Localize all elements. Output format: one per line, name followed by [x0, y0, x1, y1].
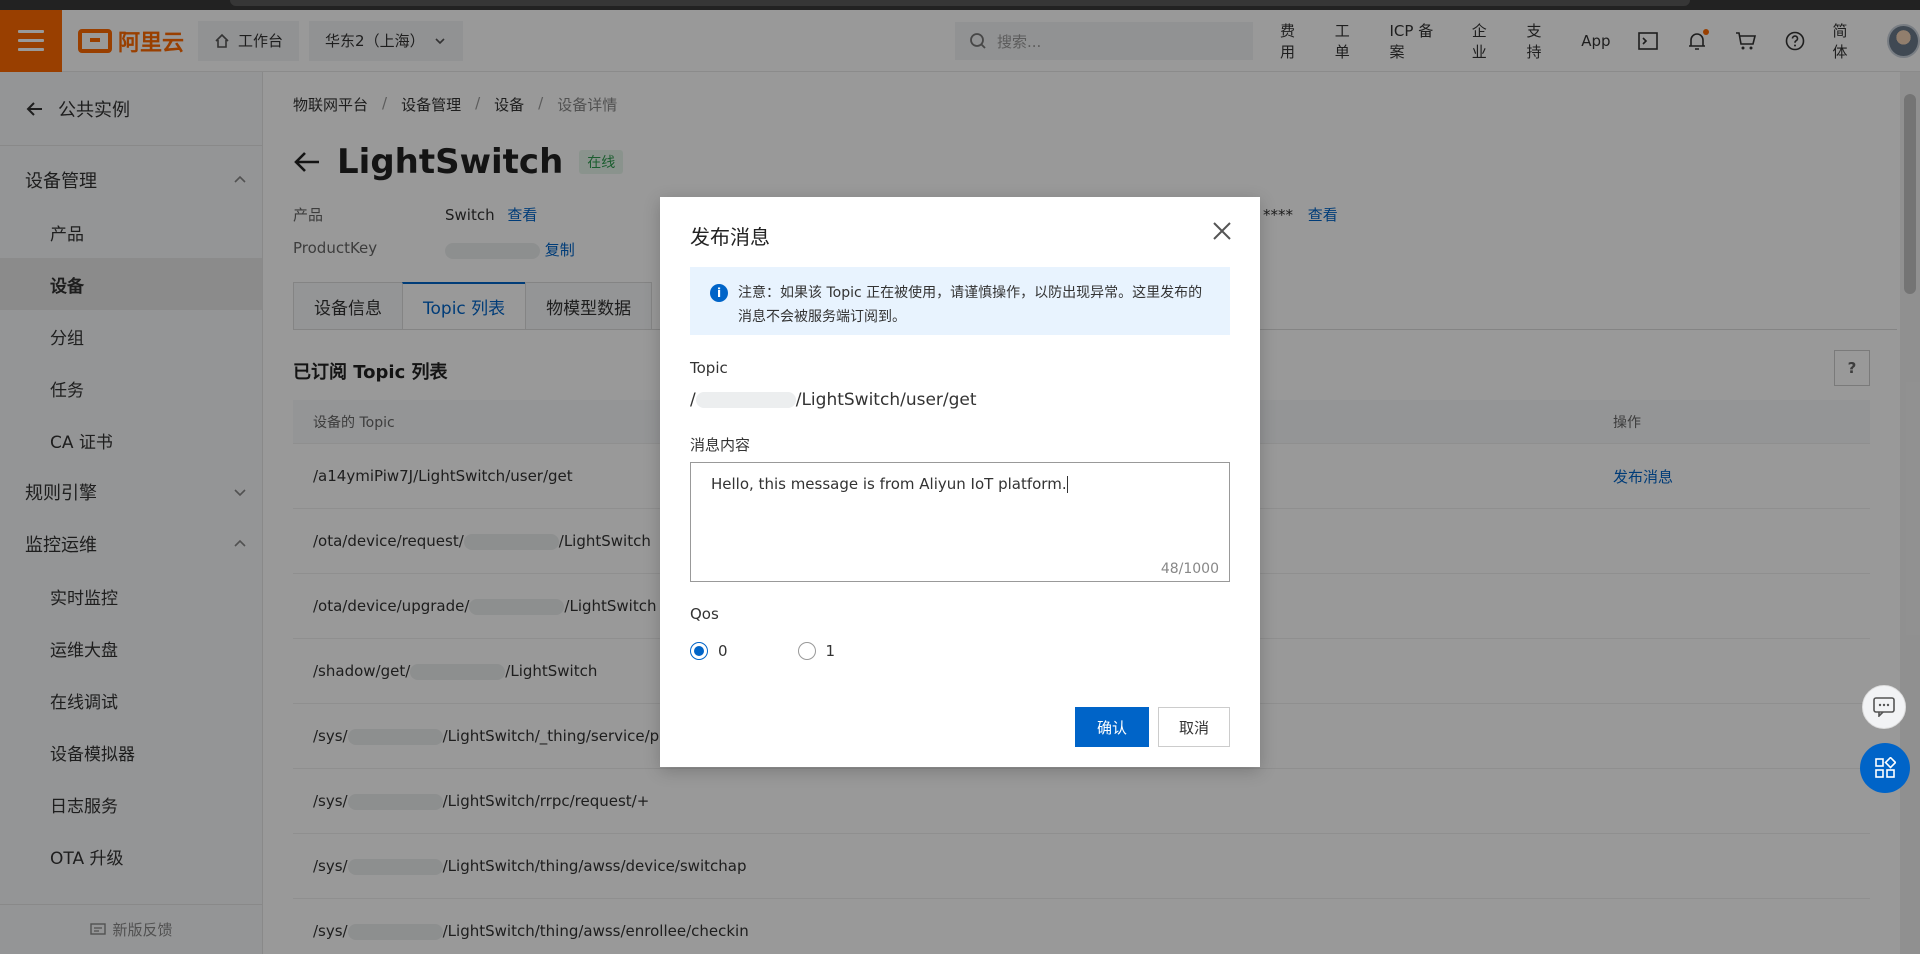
confirm-button[interactable]: 确认	[1075, 707, 1149, 747]
message-text: Hello, this message is from Aliyun IoT p…	[711, 475, 1067, 493]
warning-notice: i 注意：如果该 Topic 正在被使用，请谨慎操作，以防出现异常。这里发布的消…	[690, 267, 1230, 335]
topic-value: / /LightSwitch/user/get	[690, 390, 977, 410]
apps-grid-icon[interactable]	[1860, 743, 1910, 793]
radio-checked-icon[interactable]	[690, 642, 708, 660]
qos-option-label: 0	[718, 642, 728, 660]
qos-option-0[interactable]: 0	[690, 642, 728, 660]
publish-message-dialog: 发布消息 i 注意：如果该 Topic 正在被使用，请谨慎操作，以防出现异常。这…	[660, 197, 1260, 767]
qos-label: Qos	[690, 605, 719, 623]
notice-text: 注意：如果该 Topic 正在被使用，请谨慎操作，以防出现异常。这里发布的消息不…	[738, 285, 1203, 325]
qos-option-1[interactable]: 1	[797, 642, 836, 660]
text-caret	[1066, 476, 1068, 493]
chat-icon[interactable]	[1862, 685, 1906, 729]
char-counter: 48/1000	[1160, 561, 1219, 577]
radio-unchecked-icon[interactable]	[797, 642, 816, 660]
close-icon[interactable]	[1210, 219, 1234, 243]
qos-option-label: 1	[825, 642, 836, 660]
message-label: 消息内容	[690, 436, 751, 454]
info-icon: i	[710, 284, 728, 302]
qos-radio-group: 0 1	[690, 642, 835, 660]
cancel-button[interactable]: 取消	[1158, 707, 1230, 747]
redacted-mask	[695, 392, 796, 408]
topic-prefix: /	[690, 390, 696, 410]
topic-label: Topic	[690, 359, 728, 377]
dialog-title: 发布消息	[690, 225, 770, 249]
topic-suffix: /LightSwitch/user/get	[795, 390, 977, 410]
message-textarea[interactable]: Hello, this message is from Aliyun IoT p…	[690, 462, 1230, 582]
